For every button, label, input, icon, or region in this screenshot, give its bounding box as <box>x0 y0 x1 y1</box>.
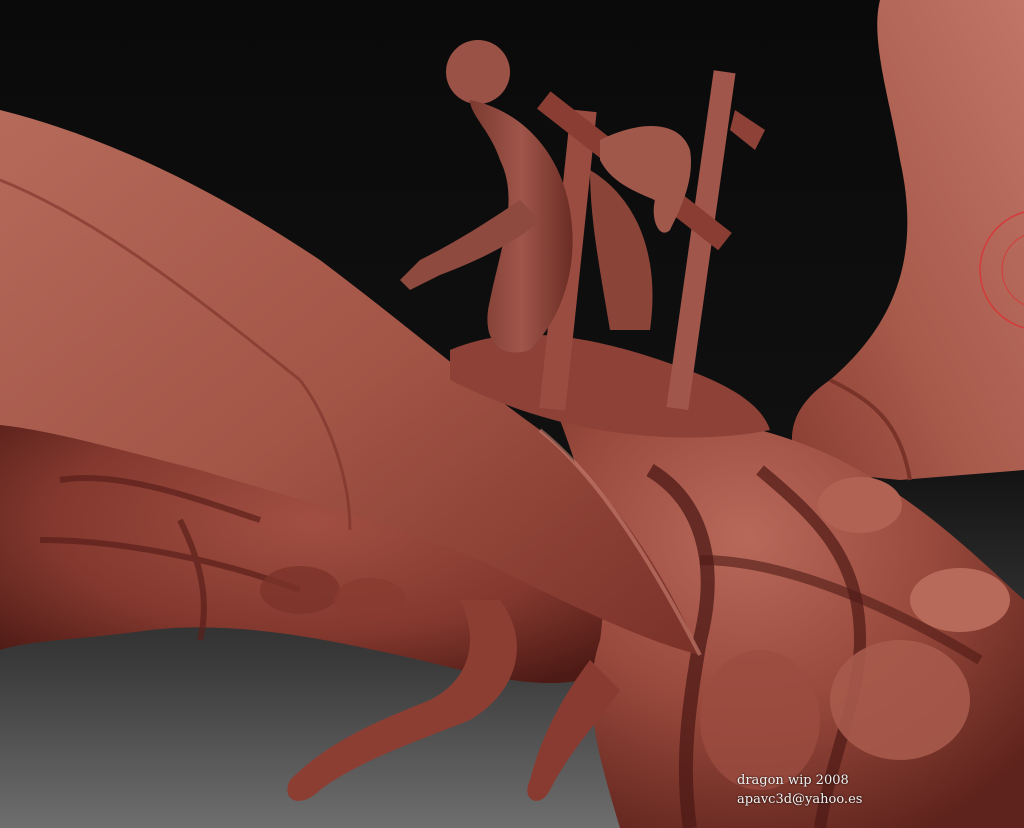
dragon-sculpt-render <box>0 0 1024 828</box>
rider-head <box>446 40 510 104</box>
right-wing <box>791 0 1024 480</box>
render-caption: dragon wip 2008 apavc3d@yahoo.es <box>737 771 1007 809</box>
caption-email: apavc3d@yahoo.es <box>737 792 863 807</box>
caption-title: dragon wip 2008 <box>737 773 849 788</box>
render-viewport: dragon wip 2008 apavc3d@yahoo.es <box>0 0 1024 828</box>
